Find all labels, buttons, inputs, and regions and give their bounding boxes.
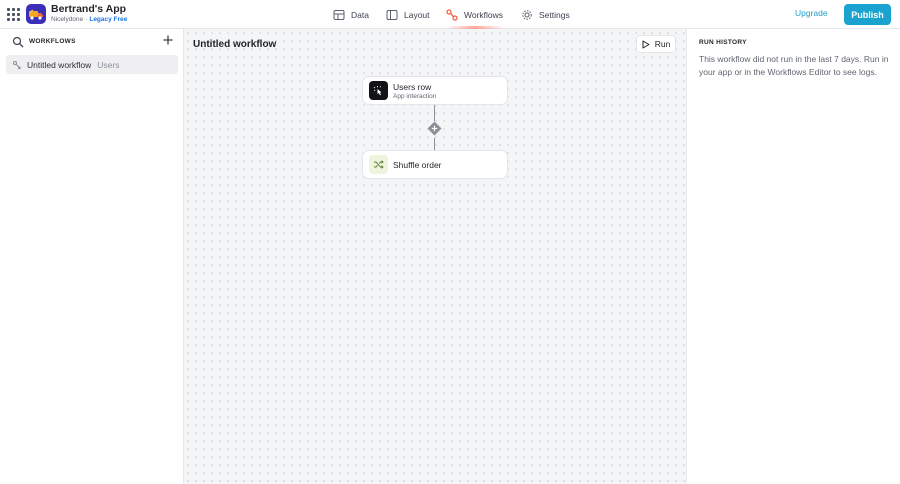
run-history-panel: RUN HISTORY This workflow did not run in…: [686, 29, 900, 484]
canvas-title[interactable]: Untitled workflow: [193, 39, 276, 50]
connector-line: [434, 105, 435, 121]
search-icon[interactable]: [12, 36, 24, 48]
action-node[interactable]: Shuffle order: [362, 150, 508, 179]
workflows-sidebar: WORKFLOWS Untitled workflow Users: [0, 29, 184, 484]
app-logo[interactable]: [26, 4, 46, 24]
tab-label: Data: [351, 9, 369, 20]
node-title: Users row: [393, 81, 432, 92]
add-workflow-icon[interactable]: [162, 34, 174, 46]
run-label: Run: [654, 39, 671, 49]
layout-icon: [386, 9, 398, 20]
tab-label: Layout: [404, 9, 430, 20]
app-grid-icon[interactable]: [6, 7, 20, 21]
tap-icon: [369, 81, 388, 100]
workspace-name: Nicelydone: [51, 16, 84, 23]
app-name[interactable]: Bertrand's App: [51, 3, 126, 15]
gear-icon: [522, 9, 532, 20]
workflow-name: Untitled workflow: [27, 59, 92, 70]
play-icon: [642, 40, 650, 48]
plan-link[interactable]: Legacy Free: [89, 16, 127, 23]
tab-label: Settings: [539, 9, 570, 20]
run-history-title: RUN HISTORY: [699, 39, 747, 46]
tab-label: Workflows: [464, 9, 504, 20]
sidebar-title: WORKFLOWS: [29, 38, 76, 45]
database-icon: [333, 9, 345, 20]
shuffle-icon: [369, 155, 388, 174]
app-subtitle: Nicelydone · Legacy Free: [51, 16, 127, 23]
workflow-canvas[interactable]: Untitled workflow Run Users row App inte…: [184, 29, 686, 484]
tab-data[interactable]: Data: [333, 0, 369, 29]
workflow-trigger-table: Users: [97, 59, 120, 70]
tab-settings[interactable]: Settings: [521, 0, 570, 29]
tab-layout[interactable]: Layout: [386, 0, 430, 29]
tab-workflows[interactable]: Workflows: [446, 0, 503, 29]
truck-icon: [29, 9, 43, 20]
connector-line: [434, 138, 435, 150]
node-title: Shuffle order: [393, 159, 442, 170]
workflow-trigger-icon: [13, 60, 21, 69]
top-bar: Bertrand's App Nicelydone · Legacy Free Da…: [0, 0, 900, 29]
run-history-message: This workflow did not run in the last 7 …: [699, 54, 889, 77]
sidebar-item-untitled-workflow[interactable]: Untitled workflow Users: [6, 55, 178, 74]
run-button[interactable]: Run: [636, 35, 676, 53]
separator: ·: [85, 16, 88, 23]
node-subtitle: App interaction: [393, 92, 437, 100]
workflows-icon: [446, 8, 458, 21]
publish-button[interactable]: Publish: [844, 4, 891, 25]
upgrade-button[interactable]: Upgrade: [795, 8, 828, 18]
add-step-icon[interactable]: [427, 121, 442, 136]
trigger-node[interactable]: Users row App interaction: [362, 76, 508, 105]
